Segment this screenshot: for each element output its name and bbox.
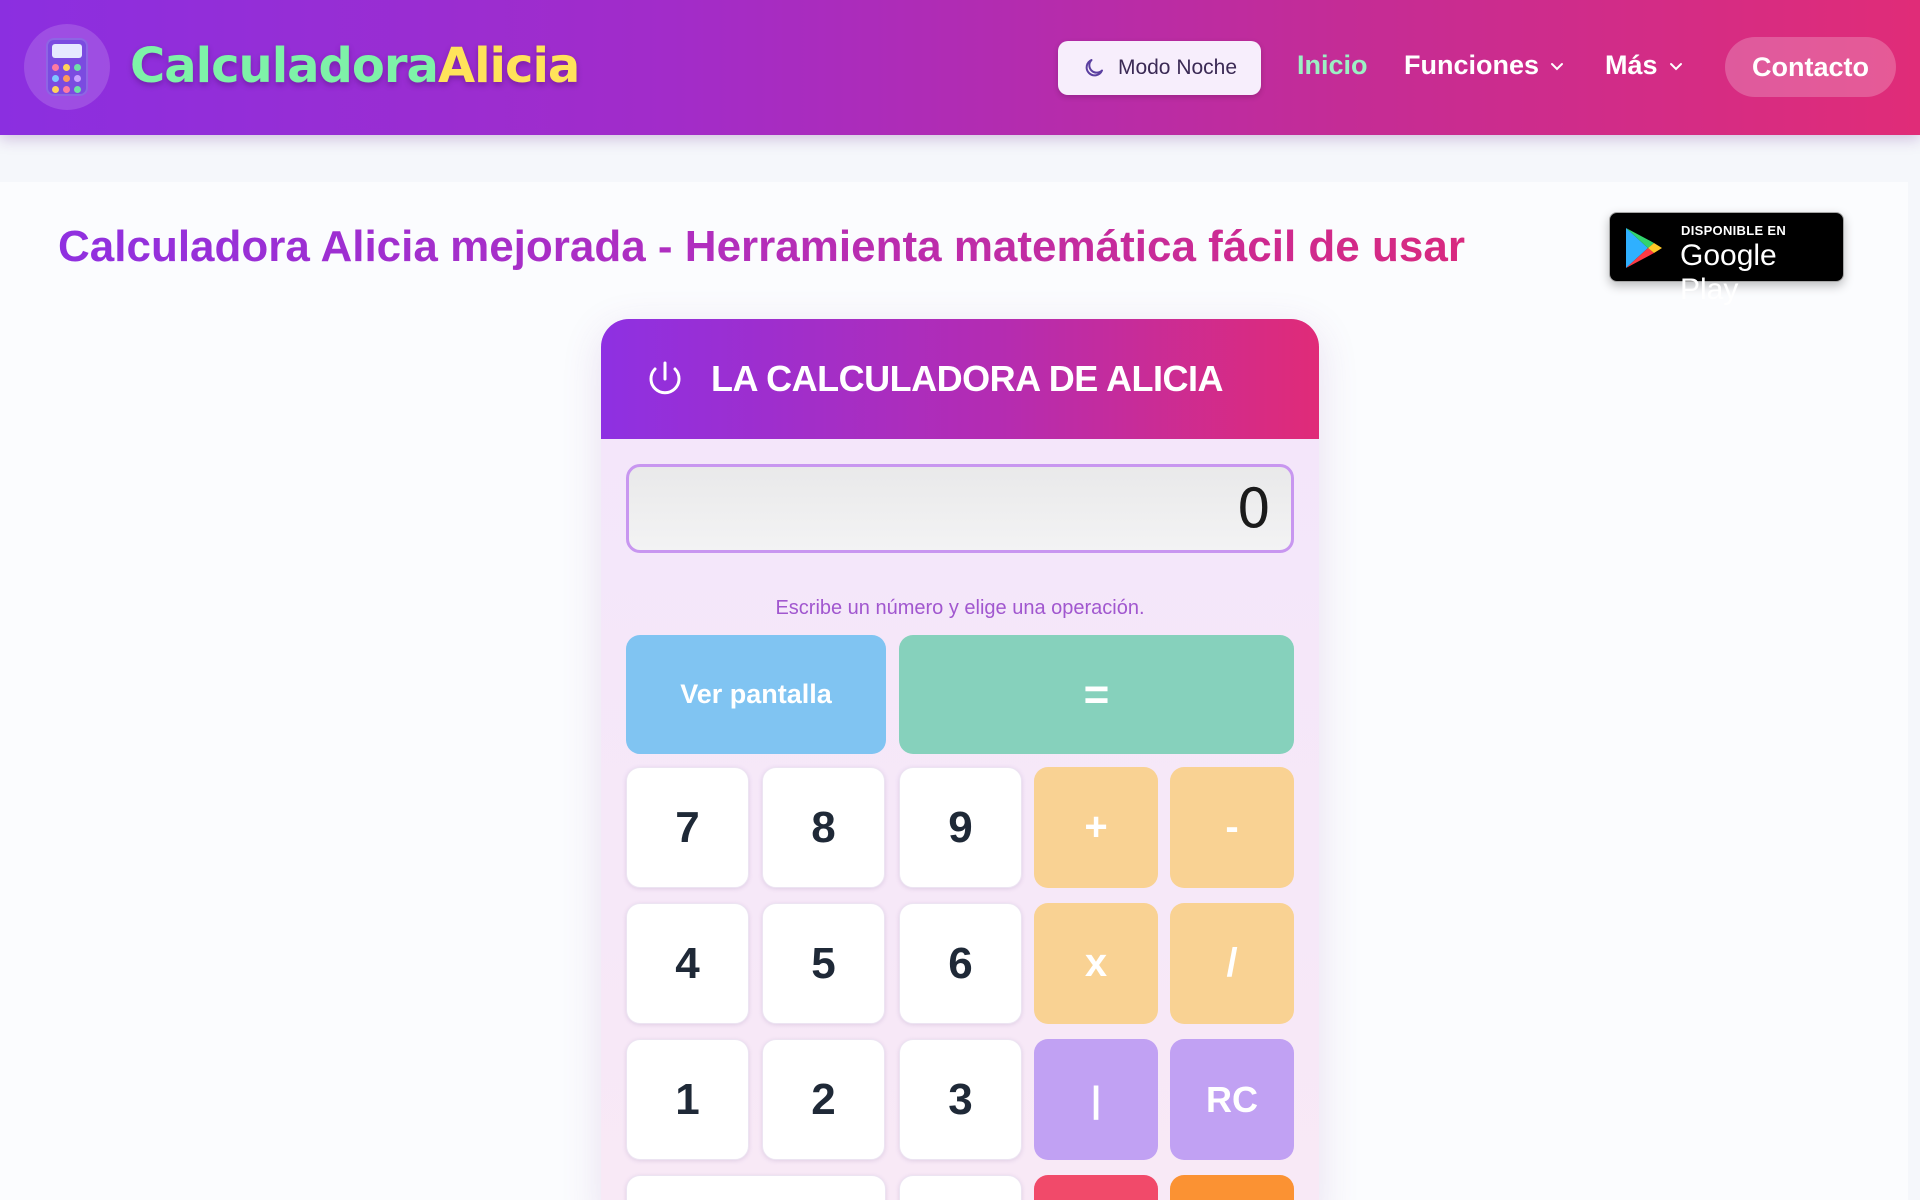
google-play-icon bbox=[1626, 228, 1662, 268]
chevron-down-icon bbox=[1669, 62, 1682, 70]
moon-icon bbox=[1085, 59, 1103, 77]
nav-link-label: Funciones bbox=[1404, 50, 1540, 80]
gplay-small-text: DISPONIBLE EN bbox=[1681, 223, 1787, 238]
brand-name[interactable]: CalculadoraAlicia bbox=[130, 38, 580, 94]
calculator-header: LA CALCULADORA DE ALICIA bbox=[601, 319, 1319, 439]
calculator-title: LA CALCULADORA DE ALICIA bbox=[711, 358, 1223, 399]
page-title: Calculadora Alicia mejorada - Herramient… bbox=[58, 222, 1465, 271]
key-7[interactable]: 7 bbox=[626, 767, 749, 888]
brand-part2: Alicia bbox=[437, 38, 580, 94]
google-play-badge[interactable]: DISPONIBLE EN Google Play bbox=[1609, 212, 1844, 306]
key-bottom[interactable] bbox=[899, 1175, 1022, 1200]
key-1[interactable]: 1 bbox=[626, 1039, 749, 1160]
key-4[interactable]: 4 bbox=[626, 903, 749, 1024]
gplay-big-text: Google Play bbox=[1680, 239, 1777, 306]
calculator: LA CALCULADORA DE ALICIA 0 Escribe un nú… bbox=[601, 319, 1319, 1200]
power-icon[interactable] bbox=[643, 357, 687, 401]
logo[interactable] bbox=[24, 24, 110, 110]
key-3[interactable]: 3 bbox=[899, 1039, 1022, 1160]
contact-button[interactable]: Contacto bbox=[1725, 37, 1896, 97]
key-2[interactable]: 2 bbox=[762, 1039, 885, 1160]
key-rc[interactable]: RC bbox=[1170, 1039, 1294, 1160]
key-5[interactable]: 5 bbox=[762, 903, 885, 1024]
calculator-icon bbox=[46, 38, 88, 96]
nav-link-funciones[interactable]: Funciones bbox=[1404, 50, 1565, 81]
view-screen-button[interactable]: Ver pantalla bbox=[626, 635, 886, 754]
key-clear[interactable] bbox=[1034, 1175, 1158, 1200]
nav-link-mas[interactable]: Más bbox=[1605, 50, 1684, 81]
equals-button[interactable]: = bbox=[899, 635, 1294, 754]
navbar: CalculadoraAlicia Modo Noche Inicio Func… bbox=[0, 0, 1920, 135]
brand-part1: Calculadora bbox=[130, 38, 439, 94]
key-plus[interactable]: + bbox=[1034, 767, 1158, 888]
key-divide[interactable]: / bbox=[1170, 903, 1294, 1024]
night-mode-label: Modo Noche bbox=[1117, 56, 1238, 79]
key-minus[interactable]: - bbox=[1170, 767, 1294, 888]
calculator-hint: Escribe un número y elige una operación. bbox=[775, 597, 1145, 619]
night-mode-button[interactable]: Modo Noche bbox=[1058, 41, 1261, 95]
key-6[interactable]: 6 bbox=[899, 903, 1022, 1024]
nav-link-inicio[interactable]: Inicio bbox=[1297, 50, 1368, 81]
key-bar[interactable]: | bbox=[1034, 1039, 1158, 1160]
key-backspace[interactable] bbox=[1170, 1175, 1294, 1200]
key-bottom-wide[interactable] bbox=[626, 1175, 886, 1200]
chevron-down-icon bbox=[1551, 62, 1564, 70]
nav-link-label: Inicio bbox=[1297, 50, 1368, 80]
calculator-display[interactable]: 0 bbox=[626, 464, 1294, 553]
key-8[interactable]: 8 bbox=[762, 767, 885, 888]
nav-link-label: Más bbox=[1605, 50, 1658, 80]
key-multiply[interactable]: x bbox=[1034, 903, 1158, 1024]
key-9[interactable]: 9 bbox=[899, 767, 1022, 888]
